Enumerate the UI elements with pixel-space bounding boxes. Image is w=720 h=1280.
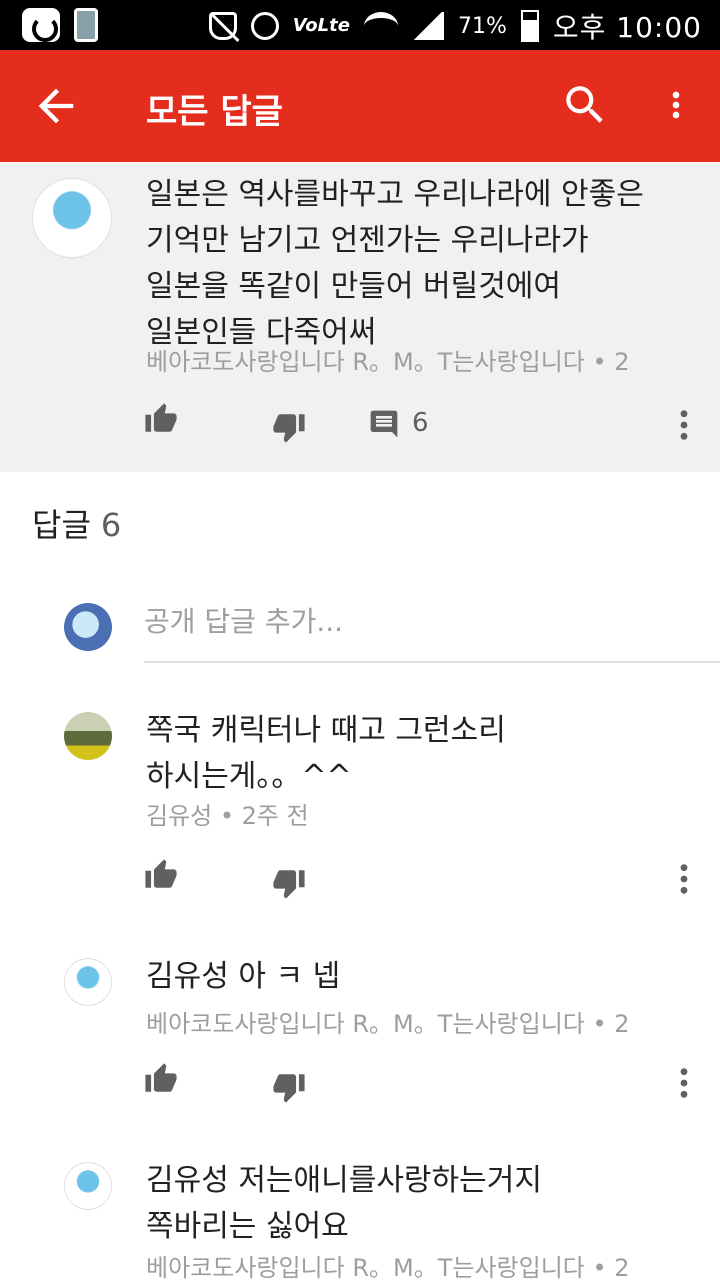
status-notifications [22,8,98,42]
avatar[interactable] [32,178,112,258]
app-bar: 모든 답글 [0,50,720,162]
search-icon [566,86,603,123]
phone-notification-icon [74,8,98,42]
avatar[interactable] [64,712,112,760]
divider [144,661,720,663]
app-notification-icon [22,8,60,42]
thumb-up-icon [145,403,177,432]
comment-more-button[interactable] [676,408,692,442]
reply-more-button[interactable] [676,862,692,896]
more-vert-icon [680,1068,688,1098]
more-options-button[interactable] [656,80,696,130]
reply-text: 김유성 저는애니를사랑하는거지 쪽바리는 싫어요 [146,1163,542,1244]
more-vert-icon [680,864,688,894]
avatar[interactable] [64,1162,112,1210]
page-title: 모든 답글 [146,92,283,132]
dislike-button[interactable] [272,410,306,444]
alarm-icon [250,12,279,40]
clock: 오후 10:00 [552,11,702,44]
thumb-up-icon [145,1063,177,1092]
like-button[interactable] [144,858,178,892]
dislike-button[interactable] [272,1070,306,1104]
back-button[interactable] [30,80,82,132]
status-bar: VoLte 71% 오후 10:00 [0,0,720,50]
reply-meta: 김유성 • 2주 전 [146,802,309,830]
volte-icon: VoLte [292,15,350,36]
battery-icon [520,10,539,42]
thumb-down-icon [273,870,305,899]
replies-header: 답글 6 [32,500,121,546]
more-vert-icon [680,410,688,440]
thumb-down-icon [273,1074,305,1103]
comment-meta: 베아코도사랑입니다 R。M。T는사랑입니다 • 2 [146,348,630,376]
search-button[interactable] [560,80,610,130]
reply-count: 6 [412,408,429,438]
reply-text: 쪽국 캐릭터나 때고 그런소리 하시는게。。^^ [146,713,506,794]
thumb-down-icon [273,414,305,443]
reply-button[interactable] [368,408,400,440]
user-avatar [64,603,112,651]
reply-meta: 베아코도사랑입니다 R。M。T는사랑입니다 • 2 [146,1010,630,1038]
signal-icon [411,12,444,40]
like-button[interactable] [144,402,178,436]
comment-icon [370,410,398,438]
comment-text: 일본은 역사를바꾸고 우리나라에 안좋은 기억만 남기고 언젠가는 우리나라가 … [146,177,644,350]
mute-icon [208,12,237,40]
replies-count: 6 [100,506,122,544]
reply-text: 김유성 아 ㅋ 넵 [146,959,341,994]
replies-label: 답글 [32,506,91,544]
battery-percent: 71% [457,13,507,39]
reply-meta: 베아코도사랑입니다 R。M。T는사랑입니다 • 2 [146,1254,630,1280]
reply-more-button[interactable] [676,1066,692,1100]
wifi-icon [363,12,398,40]
more-vert-icon [672,91,680,119]
status-indicators: VoLte 71% 오후 10:00 [208,6,702,46]
avatar[interactable] [64,958,112,1006]
arrow-back-icon [38,88,74,124]
like-button[interactable] [144,1062,178,1096]
reply-input[interactable]: 공개 답글 추가... [144,600,343,640]
dislike-button[interactable] [272,866,306,900]
thumb-up-icon [145,859,177,888]
